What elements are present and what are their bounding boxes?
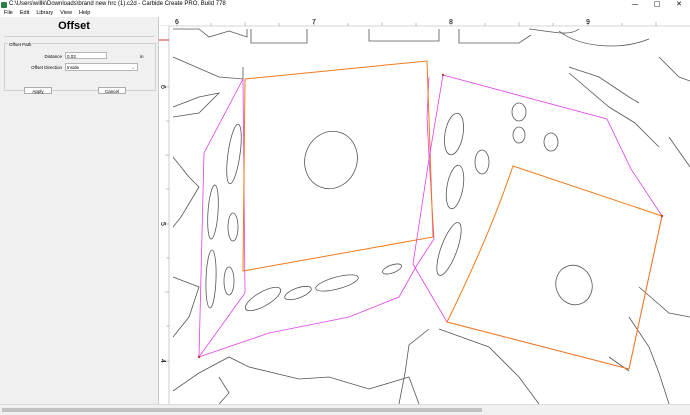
left-die-side-path[interactable] (198, 78, 246, 359)
menu-bar: File Edit Library View Help (0, 9, 690, 17)
menu-help[interactable]: Help (79, 9, 90, 17)
offset-direction-select[interactable]: Inside ⌄ (65, 63, 138, 71)
ruler-label-y5: 5 (159, 222, 166, 226)
die-pips (205, 102, 593, 312)
left-die-bottom-path[interactable] (198, 76, 435, 358)
chevron-down-icon: ⌄ (131, 65, 135, 70)
cancel-button[interactable]: Cancel (98, 87, 126, 94)
offset-path-group-label: Offset Path (8, 42, 33, 47)
offset-direction-value: Inside (67, 65, 80, 70)
background-vectors (172, 28, 690, 404)
panel-divider (4, 36, 154, 37)
ruler-label-6: 6 (175, 19, 179, 26)
close-icon[interactable]: ✕ (668, 0, 690, 9)
right-die-face-path[interactable] (446, 165, 663, 370)
right-die-outline-path[interactable] (412, 74, 663, 370)
distance-unit: in (140, 54, 144, 59)
ruler-label-9: 9 (586, 19, 590, 26)
distance-input[interactable]: 0.03 (65, 52, 107, 59)
app-icon (1, 1, 7, 8)
distance-label: Distance (44, 54, 62, 59)
design-canvas[interactable]: 6 7 8 9 6 5 4 (159, 17, 690, 404)
ruler-label-y4: 4 (159, 359, 166, 363)
window-controls: — □ ✕ (624, 0, 690, 9)
offset-panel: Offset Offset Path Distance 0.03 in Offs… (0, 17, 159, 404)
ruler-label-8: 8 (449, 19, 453, 26)
offset-direction-label: Offset Direction (31, 65, 62, 70)
menu-file[interactable]: File (4, 9, 13, 17)
left-ruler (159, 26, 169, 404)
window-title: C:\Users\willk\Downloads\brand new hrc (… (9, 1, 226, 7)
panel-title: Offset (58, 20, 90, 32)
maximize-icon[interactable]: □ (646, 0, 668, 9)
ruler-label-7: 7 (312, 19, 316, 26)
top-ruler (159, 17, 690, 26)
title-bar: C:\Users\willk\Downloads\brand new hrc (… (0, 0, 690, 9)
menu-library[interactable]: Library (36, 9, 53, 17)
apply-button[interactable]: Apply (24, 87, 52, 94)
ruler-label-y6: 6 (159, 85, 166, 89)
minimize-icon[interactable]: — (624, 0, 646, 9)
canvas-drawing[interactable]: 6 7 8 9 6 5 4 (159, 17, 690, 404)
menu-view[interactable]: View (60, 9, 72, 17)
left-die-face-path[interactable] (242, 60, 434, 272)
scrollbar-thumb[interactable] (2, 408, 482, 412)
menu-edit[interactable]: Edit (20, 9, 29, 17)
horizontal-scrollbar[interactable] (0, 404, 690, 415)
